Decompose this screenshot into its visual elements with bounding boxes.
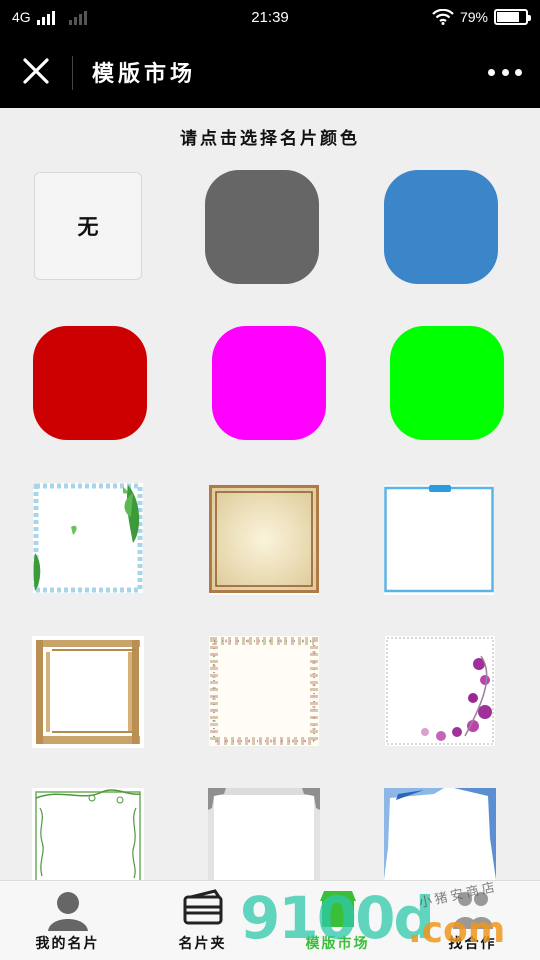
color-option-blue[interactable] [384,170,498,284]
color-option-none[interactable]: 无 [34,172,142,280]
nav-item-template-market[interactable]: 模版市场 [270,881,405,960]
store-icon [319,891,356,927]
color-option-gray[interactable] [205,170,319,284]
leaf-frame-art [33,483,143,593]
nav-item-card-holder[interactable]: 名片夹 [135,881,270,960]
color-prompt: 请点击选择名片颜色 [180,129,360,149]
person-icon [47,892,88,931]
title-bar: 模版市场 [0,36,540,108]
bamboo-frame-art [32,636,144,748]
battery-icon [494,9,531,25]
nav-label-my-card: 我的名片 [35,936,100,952]
silver-frame-art [208,788,320,880]
floral-frame-art [209,636,319,746]
frame-template-silver[interactable] [208,788,320,880]
frame-template-blue-line[interactable] [384,485,494,595]
nav-item-find-partners[interactable]: 找合作 [405,881,540,960]
frame-template-parchment[interactable] [209,485,319,595]
nav-label-find-partners: 找合作 [448,936,497,952]
status-right: 79% [432,9,531,25]
nav-item-my-card[interactable]: 我的名片 [0,881,135,960]
color-option-magenta[interactable] [212,326,326,440]
battery-fill [497,12,520,22]
frame-template-blue-corners[interactable] [384,788,496,880]
frame-template-orchid[interactable] [385,636,495,746]
more-dot-icon [501,68,509,76]
more-dot-icon [515,68,522,76]
page-title: 模版市场 [92,61,197,87]
color-option-green[interactable] [390,326,504,440]
wifi-icon [432,9,454,25]
status-bar: 4G 21:39 79% [0,0,540,36]
card-holder-icon [183,889,222,925]
vine-frame-art [32,788,144,893]
color-option-red[interactable] [33,326,147,440]
frame-template-floral[interactable] [209,636,319,746]
color-option-none-label: 无 [77,214,99,239]
partners-icon [452,892,493,929]
nav-label-template-market: 模版市场 [305,936,370,952]
battery-percent: 79% [459,9,488,25]
orchid-frame-art [385,636,495,746]
close-button[interactable] [16,54,56,90]
frame-template-vine[interactable] [32,788,144,893]
frame-template-bamboo[interactable] [32,636,144,748]
title-divider [72,56,73,90]
blue-corners-frame-art [384,788,496,880]
parchment-frame-art [209,485,319,593]
bottom-nav: 我的名片 名片夹 模版市场 找合作 [0,880,540,960]
close-icon [23,58,49,84]
blue-line-frame-art [384,485,494,593]
frame-template-leaf[interactable] [33,483,143,593]
more-options-button[interactable] [488,62,522,82]
more-dot-icon [488,68,495,76]
nav-label-card-holder: 名片夹 [178,936,227,952]
